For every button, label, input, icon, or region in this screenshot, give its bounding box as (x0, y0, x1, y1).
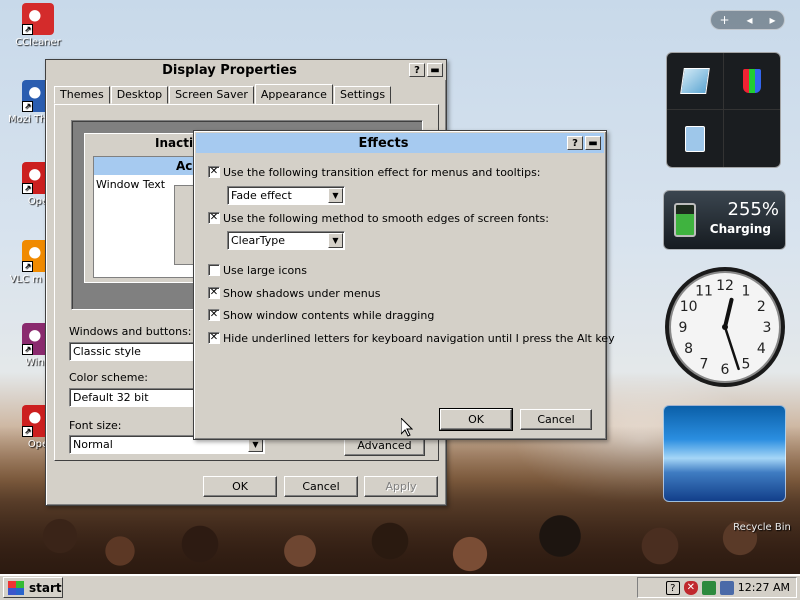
clock-numeral: 2 (757, 299, 766, 315)
dropdown-arrow-icon[interactable]: ▼ (328, 188, 343, 203)
clock-numeral: 9 (679, 320, 688, 336)
dropdown-arrow-icon[interactable]: ▼ (328, 233, 343, 248)
shadows-label: Show shadows under menus (223, 287, 381, 300)
help-button[interactable]: ? (567, 136, 583, 150)
notepad-icon[interactable] (667, 53, 724, 110)
clock-numeral: 3 (763, 320, 772, 336)
cancel-button[interactable]: Cancel (284, 476, 358, 497)
apply-button[interactable]: Apply (364, 476, 438, 497)
drag-label: Show window contents while dragging (223, 309, 435, 322)
shortcut-arrow-icon: ↗ (22, 344, 33, 355)
help-button[interactable]: ? (409, 63, 425, 77)
cancel-button[interactable]: Cancel (520, 409, 592, 430)
desktop-icon[interactable]: ↗ CCleaner (8, 3, 68, 48)
recycle-bin-icon[interactable]: Recycle Bin (731, 522, 793, 533)
effects-title: Effects (358, 135, 409, 151)
start-label: start (29, 580, 62, 595)
shortcut-arrow-icon: ↗ (22, 426, 33, 437)
connections-icon[interactable] (719, 580, 734, 595)
shortcut-arrow-icon: ↗ (22, 101, 33, 112)
tab-settings[interactable]: Settings (333, 86, 392, 104)
clock-numeral: 4 (757, 341, 766, 357)
calculator-icon[interactable] (667, 110, 724, 167)
smooth-value: ClearType (231, 234, 286, 247)
transition-checkbox[interactable]: ✕ (208, 166, 220, 178)
underline-label: Hide underlined letters for keyboard nav… (223, 332, 615, 345)
windows-buttons-label: Windows and buttons: (69, 325, 192, 338)
transition-label: Use the following transition effect for … (223, 166, 541, 179)
tab-screen-saver[interactable]: Screen Saver (169, 86, 254, 104)
help-icon[interactable]: ? (665, 580, 680, 595)
large-icons-checkbox[interactable] (208, 264, 220, 276)
effects-titlebar[interactable]: Effects ? ▬ (196, 133, 604, 153)
clock-gadget: 1234567891011 12 (665, 267, 785, 387)
ccleaner-icon: ↗ (22, 3, 54, 35)
slideshow-gadget (663, 405, 786, 502)
clock-numeral: 10 (680, 299, 698, 315)
windows-buttons-select[interactable]: Classic style (69, 342, 209, 361)
clock-numeral: 12 (716, 278, 734, 294)
underline-checkbox[interactable]: ✕ (208, 332, 220, 344)
clock-numeral: 8 (684, 341, 693, 357)
paint-icon[interactable] (723, 53, 780, 110)
transition-value: Fade effect (231, 189, 292, 202)
shield-icon[interactable]: ✕ (683, 580, 698, 595)
system-tray: ? ✕ 12:27 AM (637, 577, 797, 598)
tab-strip: Themes Desktop Screen Saver Appearance S… (54, 84, 392, 105)
smooth-checkbox[interactable]: ✕ (208, 212, 220, 224)
font-size-label: Font size: (69, 419, 122, 432)
battery-gadget: 255% Charging (663, 190, 786, 250)
clock-numeral: 11 (695, 284, 713, 300)
clock-numeral: 5 (742, 356, 751, 372)
tab-appearance[interactable]: Appearance (254, 84, 333, 105)
shortcut-arrow-icon: ↗ (22, 24, 33, 35)
next-gadget-button[interactable]: ▸ (769, 13, 775, 27)
clock-numeral: 6 (721, 362, 730, 378)
display-properties-titlebar[interactable]: Display Properties ? ▬ (46, 60, 446, 80)
color-scheme-label: Color scheme: (69, 371, 148, 384)
transition-select[interactable]: Fade effect ▼ (227, 186, 345, 205)
start-button[interactable]: start (3, 577, 63, 598)
shortcut-arrow-icon: ↗ (22, 183, 33, 194)
add-gadget-button[interactable]: + (719, 13, 729, 27)
shortcut-arrow-icon: ↗ (22, 261, 33, 272)
previous-gadget-button[interactable]: ◂ (746, 13, 752, 27)
minimize-button[interactable]: ▬ (585, 136, 601, 150)
smooth-label: Use the following method to smooth edges… (223, 212, 549, 225)
smooth-select[interactable]: ClearType ▼ (227, 231, 345, 250)
sidebar-controls: + ◂ ▸ (710, 10, 785, 30)
mouse-cursor-icon (401, 418, 413, 437)
battery-status: Charging (709, 222, 771, 236)
taskbar: start ? ✕ 12:27 AM (0, 574, 800, 600)
large-icons-label: Use large icons (223, 264, 307, 277)
effects-dialog: Effects ? ▬ ✕ Use the following transiti… (193, 130, 615, 440)
clock-time: 12:27 AM (737, 581, 790, 594)
color-scheme-select[interactable]: Default 32 bit (69, 388, 209, 407)
desktop-icon-label: CCleaner (15, 37, 61, 48)
tab-themes[interactable]: Themes (54, 86, 110, 104)
tab-desktop[interactable]: Desktop (110, 86, 169, 104)
ok-button[interactable]: OK (439, 408, 513, 431)
network-icon[interactable] (701, 580, 716, 595)
launcher-gadget (666, 52, 781, 168)
ok-button[interactable]: OK (203, 476, 277, 497)
clock-numeral: 7 (700, 356, 709, 372)
recycle-bin-label: Recycle Bin (733, 522, 791, 533)
windows-logo-icon (8, 580, 24, 595)
window-title: Display Properties (162, 62, 297, 78)
font-size-value: Normal (73, 438, 113, 451)
battery-icon (674, 203, 696, 237)
empty-slot (724, 110, 781, 167)
battery-percent: 255% (727, 199, 779, 220)
clock-numeral: 1 (742, 284, 751, 300)
drag-checkbox[interactable]: ✕ (208, 309, 220, 321)
shadows-checkbox[interactable]: ✕ (208, 287, 220, 299)
minimize-button[interactable]: ▬ (427, 63, 443, 77)
